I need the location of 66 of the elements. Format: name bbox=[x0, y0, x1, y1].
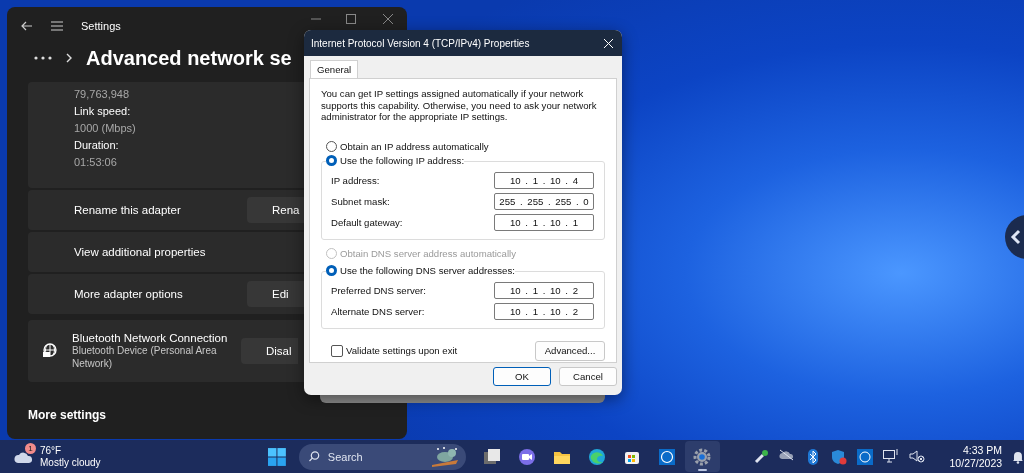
ip-address-field[interactable]: 10 . 1 . 10 . 2 bbox=[494, 302, 594, 320]
notification-badge: 1 bbox=[25, 442, 36, 454]
clock-date[interactable]: 10/27/2023 bbox=[938, 456, 1003, 470]
row-label: Rename this adapter bbox=[74, 204, 182, 216]
globe-icon bbox=[42, 343, 58, 359]
menu-icon[interactable] bbox=[51, 21, 63, 31]
dialog-button[interactable]: OK bbox=[493, 367, 551, 386]
detail-value: 79,763,948 bbox=[74, 88, 131, 100]
browser-icon bbox=[587, 446, 608, 467]
back-arrow-icon[interactable] bbox=[21, 21, 33, 31]
ip-address-field[interactable]: 10 . 1 . 10 . 2 bbox=[494, 281, 594, 299]
row-button[interactable]: Edi bbox=[247, 281, 304, 307]
task-view-icon bbox=[482, 446, 503, 467]
temperature: 76°F bbox=[40, 444, 63, 457]
field-label: Subnet mask: bbox=[331, 195, 390, 207]
adapter-description: Bluetooth Device (Personal Area Network) bbox=[72, 344, 218, 370]
dialog-title: Internet Protocol Version 4 (TCP/IPv4) Properties bbox=[311, 37, 531, 49]
section-heading: More settings bbox=[28, 408, 107, 422]
detail-label: Duration: bbox=[74, 139, 120, 151]
detail-value: 01:53:06 bbox=[74, 156, 118, 168]
checkbox[interactable] bbox=[331, 344, 343, 357]
ip-address-field[interactable]: 255 . 255 . 255 . 0 bbox=[494, 192, 594, 210]
detail-value: 1000 (Mbps) bbox=[74, 122, 137, 134]
chat-icon bbox=[517, 446, 538, 467]
radio-option[interactable]: Obtain an IP address automatically bbox=[326, 140, 489, 152]
detail-label: Link speed: bbox=[74, 105, 132, 117]
field-label: Default gateway: bbox=[331, 216, 403, 228]
field-label: IP address: bbox=[331, 174, 380, 186]
search-field[interactable]: Search bbox=[298, 443, 466, 470]
window-title: Settings bbox=[81, 20, 121, 32]
network-icon[interactable] bbox=[753, 448, 770, 465]
monitor-icon[interactable] bbox=[883, 448, 900, 463]
row-button[interactable]: Rena bbox=[247, 197, 304, 223]
disable-button[interactable]: Disal bbox=[241, 338, 298, 364]
ip-address-field[interactable]: 10 . 1 . 10 . 4 bbox=[494, 171, 594, 189]
maximize-icon[interactable] bbox=[346, 14, 356, 24]
radio-option[interactable]: Use the following IP address: bbox=[326, 154, 465, 166]
field-label: Alternate DNS server: bbox=[331, 305, 425, 317]
tab[interactable]: General bbox=[310, 60, 359, 78]
settings-icon bbox=[692, 446, 713, 467]
shield-icon[interactable] bbox=[831, 448, 848, 465]
field-label: Preferred DNS server: bbox=[331, 284, 426, 296]
cloud-off-icon[interactable] bbox=[779, 448, 796, 461]
checkbox-option[interactable]: Validate settings upon exit bbox=[331, 344, 458, 357]
weather-condition: Mostly cloudy bbox=[40, 456, 101, 469]
ip-address-field[interactable]: 10 . 1 . 10 . 1 bbox=[494, 213, 594, 231]
bell-icon[interactable] bbox=[1012, 449, 1024, 464]
dialog-button[interactable]: Cancel bbox=[559, 367, 617, 386]
page-title: Advanced network se bbox=[86, 46, 292, 70]
settings-row[interactable]: View additional properties bbox=[28, 232, 304, 272]
chevron-right-icon bbox=[66, 53, 72, 63]
row-label: More adapter options bbox=[74, 288, 184, 300]
adapter-name: Bluetooth Network Connection bbox=[72, 332, 229, 344]
cat-illustration-icon bbox=[429, 445, 460, 468]
start-icon[interactable] bbox=[268, 447, 286, 466]
radio-option[interactable]: Use the following DNS server addresses: bbox=[326, 264, 515, 276]
advanced-button[interactable]: Advanced... bbox=[535, 340, 605, 361]
bluetooth-icon[interactable] bbox=[808, 448, 819, 465]
row-label: View additional properties bbox=[74, 246, 207, 258]
intro-text: You can get IP settings assigned automatically if your network supports this capability. Otherwise, you need to ask your network administrator for the appropriate IP settings. bbox=[321, 88, 598, 123]
search-icon bbox=[308, 451, 320, 462]
settings-row[interactable]: Rename this adapter Rena bbox=[28, 190, 304, 230]
clock-time[interactable]: 4:33 PM bbox=[938, 443, 1003, 457]
settings-row[interactable]: More adapter options Edi bbox=[28, 274, 304, 314]
speaker-muted-icon[interactable] bbox=[909, 448, 926, 463]
more-icon[interactable] bbox=[34, 56, 52, 60]
